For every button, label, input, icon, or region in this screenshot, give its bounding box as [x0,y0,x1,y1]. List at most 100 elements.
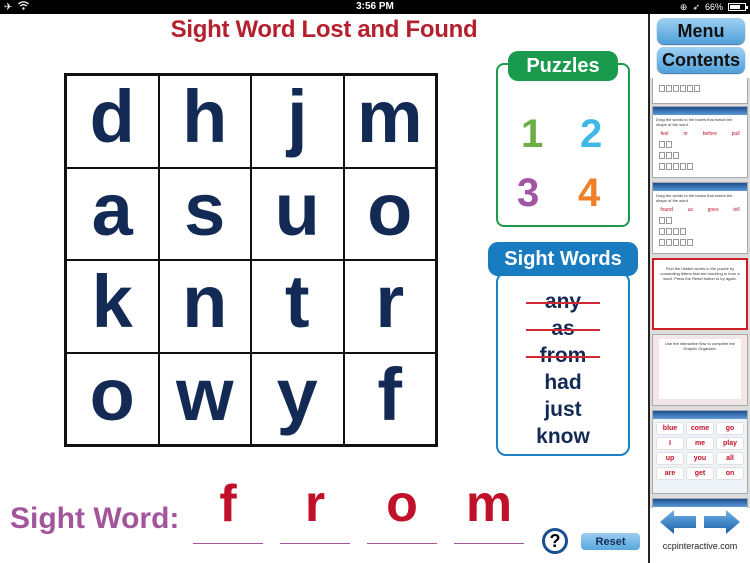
clock: 3:56 PM [356,1,394,12]
sight-word-item: any [496,288,630,315]
thumbnail-header [653,183,747,191]
thumbnail-instructions: Find the hidden words in the puzzle by c… [660,266,740,281]
thumbnail-word: goes [707,207,719,213]
grid-cell[interactable]: w [158,352,251,445]
answer-slot-line [193,543,263,544]
sight-word-text: just [544,398,582,421]
page-thumbnail[interactable]: blue come go Ime play up you all are get on [652,410,748,494]
thumbnail-word: on [716,467,744,480]
thumbnail-word: you [686,452,714,465]
grid-cell[interactable]: s [158,167,251,260]
sight-word-item: from [496,342,630,369]
letter-boxes [653,161,747,172]
letter-grid: dhjmasuokntrowyf [64,73,438,447]
page-thumbnail[interactable]: Drag the words to the boxes that match t… [652,106,748,178]
page-navigation [658,510,744,534]
thumbnail-word: us [687,207,693,213]
sight-word-label: Sight Word: [10,502,180,535]
battery-icon [728,3,748,11]
thumbnail-word: pull [731,131,740,137]
thumbnail-word: found [660,207,673,213]
thumbnail-word: come [686,422,714,435]
thumbnail-word: before [702,131,717,137]
letter-boxes [653,226,747,237]
next-page-arrow-icon[interactable] [704,510,740,534]
page-thumbnail-current[interactable]: Find the hidden words in the puzzle by c… [652,258,748,330]
grid-cell[interactable]: d [66,75,159,168]
grid-cell[interactable]: k [66,260,159,353]
thumbnail-instructions: Drag the words to the boxes that match t… [656,117,733,127]
thumbnail-word-grid: blue come go Ime play up you all are get on [653,419,747,483]
thumbnail-word: up [656,452,684,465]
help-button[interactable]: ? [542,528,568,554]
thumbnail-word: are [656,467,684,480]
puzzle-2-button[interactable]: 2 [580,112,602,157]
thumbnail-word: I [656,437,684,450]
menu-button[interactable]: Menu [657,18,745,44]
thumbnail-word: get [686,467,714,480]
grid-cell[interactable]: o [343,167,436,260]
sight-word-item: know [496,423,630,450]
page-title: Sight Word Lost and Found [170,16,478,43]
letter-boxes [653,78,747,94]
question-mark-icon: ? [549,530,561,551]
orientation-lock-icon: ⊕ [679,1,688,12]
sight-word-item: as [496,315,630,342]
strike-line [526,302,600,304]
grid-cell[interactable]: r [343,260,436,353]
sight-word-text: had [544,371,582,394]
grid-cell[interactable]: j [251,75,344,168]
battery-percent: 66% [704,2,723,12]
grid-cell[interactable]: m [343,75,436,168]
grid-cell[interactable]: h [158,75,251,168]
page-thumbnails-strip[interactable]: Drag the words to the boxes that match t… [650,78,750,508]
thumbnail-word: me [686,437,714,450]
answer-letter-4: m [465,475,513,533]
puzzle-1-button[interactable]: 1 [521,112,543,157]
contents-button[interactable]: Contents [657,47,745,73]
letter-boxes [653,215,747,226]
letter-boxes [653,139,747,150]
thumbnail-word: go [716,422,744,435]
page-thumbnail[interactable]: Use the interactive flow to complete the… [652,334,748,406]
strike-line [526,356,600,358]
puzzles-header: Puzzles [508,51,618,81]
grid-cell[interactable]: u [251,167,344,260]
previous-page-arrow-icon[interactable] [660,510,696,534]
thumbnail-word: blue [656,422,684,435]
thumbnail-header [653,499,747,507]
puzzle-3-button[interactable]: 3 [517,171,539,216]
sight-words-header: Sight Words [488,242,638,276]
page-thumbnail[interactable] [652,78,748,104]
answer-slot-line [454,543,524,544]
thumbnail-words: found us goes tell [653,205,747,215]
answer-slot-line [280,543,350,544]
page-thumbnail[interactable] [652,498,748,508]
letter-boxes [653,237,747,248]
sidebar: Menu Contents Drag the words to the boxe… [648,14,750,563]
thumbnail-words: feel or before pull [653,129,747,139]
status-bar: ✈ 3:56 PM ⊕ ➶ 66% [0,0,750,14]
puzzle-4-button[interactable]: 4 [578,171,600,216]
thumbnail-header [653,411,747,419]
location-icon: ➶ [692,1,700,12]
answer-letter-2: r [304,475,326,533]
thumbnail-word: or [683,131,688,137]
grid-cell[interactable]: a [66,167,159,260]
page-thumbnail[interactable]: Drag the words to the boxes that match t… [652,182,748,254]
grid-cell[interactable]: o [66,352,159,445]
thumbnail-word: play [716,437,744,450]
strike-line [526,329,600,331]
reset-button[interactable]: Reset [581,533,640,550]
thumbnail-header [653,107,747,115]
grid-cell[interactable]: f [343,352,436,445]
sight-word-text: know [536,425,590,448]
grid-cell[interactable]: y [251,352,344,445]
letter-boxes [653,150,747,161]
grid-cell[interactable]: n [158,260,251,353]
grid-cell[interactable]: t [251,260,344,353]
publisher-link[interactable]: ccpinteractive.com [650,541,750,551]
thumbnail-word: feel [660,131,669,137]
thumbnail-word: tell [733,207,740,213]
sight-words-list: any as from had just know [496,288,630,450]
